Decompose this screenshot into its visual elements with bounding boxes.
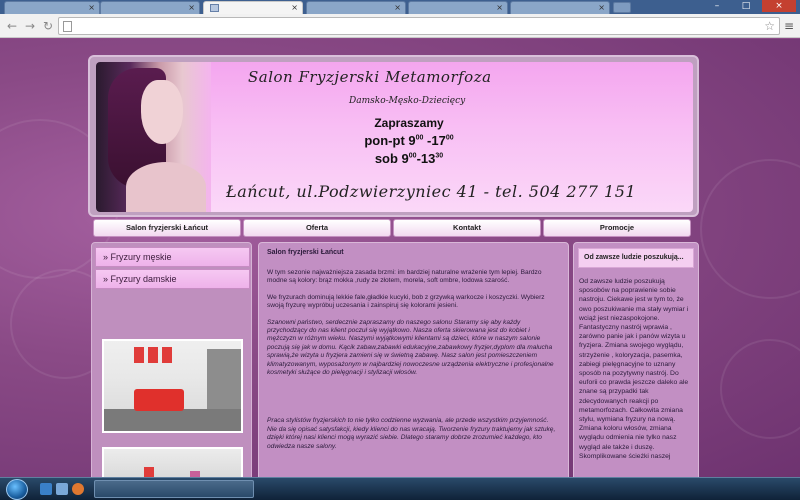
sidebar-link-fryzury-meskie[interactable]: » Fryzury męskie bbox=[95, 247, 250, 267]
window-close-button[interactable]: × bbox=[762, 0, 796, 12]
desktop-icon[interactable] bbox=[40, 483, 52, 495]
salon-address: Łańcut, ul.Podzwierzyniec 41 - tel. 504 … bbox=[226, 182, 637, 201]
browser-tab[interactable]: × bbox=[4, 1, 100, 14]
browser-tab[interactable]: × bbox=[510, 1, 610, 14]
invite-text: Zapraszamy bbox=[374, 116, 444, 130]
header-banner: Salon Fryzjerski Metamorfoza Damsko-Męsk… bbox=[96, 62, 693, 212]
menu-item-oferta[interactable]: Oferta bbox=[243, 219, 391, 237]
bookmark-star-icon[interactable]: ☆ bbox=[764, 19, 775, 33]
back-button[interactable]: ← bbox=[4, 18, 20, 34]
browser-tab-strip: × × × × × × – □ × bbox=[0, 0, 800, 14]
salon-interior-photo[interactable] bbox=[102, 447, 243, 477]
tab-close-icon[interactable]: × bbox=[496, 3, 503, 12]
weekday-end-minutes: 00 bbox=[445, 134, 454, 142]
photo-detail bbox=[104, 409, 241, 431]
aside-heading: Od zawsze ludzie poszukują... bbox=[578, 248, 694, 268]
tab-close-icon[interactable]: × bbox=[394, 3, 401, 12]
page-icon bbox=[63, 21, 72, 32]
explorer-icon[interactable] bbox=[56, 483, 68, 495]
content-paragraph: We fryzurach dominują lekkie fale,gładki… bbox=[267, 293, 545, 310]
menu-item-kontakt[interactable]: Kontakt bbox=[393, 219, 541, 237]
menu-item-promocje[interactable]: Promocje bbox=[543, 219, 691, 237]
salon-interior-photo[interactable] bbox=[102, 339, 243, 433]
reload-button[interactable]: ↻ bbox=[40, 18, 56, 34]
content-heading: Salon fryzjerski Łańcut bbox=[267, 249, 344, 256]
saturday-start-minutes: 00 bbox=[408, 152, 417, 160]
browser-tab[interactable]: × bbox=[408, 1, 508, 14]
weekday-hours-mid: -17 bbox=[423, 133, 446, 148]
aside-text: Od zawsze ludzie poszukują sposobów na p… bbox=[579, 278, 689, 460]
opening-hours: Zapraszamy pon-pt 900 -1700 sob 900-1330 bbox=[354, 116, 464, 166]
salon-title: Salon Fryzjerski Metamorfoza bbox=[248, 68, 492, 86]
content-paragraph: Praca stylistów fryzjerskich to nie tylk… bbox=[267, 417, 556, 450]
start-button[interactable] bbox=[6, 479, 28, 500]
menu-item-salon[interactable]: Salon fryzjerski Łańcut bbox=[93, 219, 241, 237]
saturday-hours: sob 900-1330 bbox=[354, 151, 464, 166]
window-minimize-button[interactable]: – bbox=[703, 0, 731, 12]
tab-close-icon[interactable]: × bbox=[188, 3, 195, 12]
tab-close-icon[interactable]: × bbox=[598, 3, 605, 12]
browser-tab[interactable]: × bbox=[100, 1, 200, 14]
photo-detail bbox=[162, 347, 172, 363]
browser-tab[interactable]: × bbox=[306, 1, 406, 14]
right-sidebar: Od zawsze ludzie poszukują... Od zawsze … bbox=[573, 242, 699, 477]
salon-subtitle: Damsko-Męsko-Dziecięcy bbox=[349, 96, 466, 106]
site-header: Salon Fryzjerski Metamorfoza Damsko-Męsk… bbox=[88, 55, 699, 217]
weekday-hours: pon-pt 900 -1700 bbox=[354, 133, 464, 148]
photo-detail bbox=[134, 347, 144, 363]
photo-detail bbox=[148, 347, 158, 363]
model-portrait-image bbox=[96, 62, 211, 212]
weekday-hours-prefix: pon-pt 9 bbox=[364, 133, 416, 148]
main-content: Salon fryzjerski Łańcut W tym sezonie na… bbox=[258, 242, 569, 477]
address-bar[interactable]: ☆ bbox=[58, 17, 780, 35]
browser-menu-icon[interactable]: ≡ bbox=[784, 19, 796, 33]
main-menu: Salon fryzjerski Łańcut Oferta Kontakt P… bbox=[93, 219, 693, 237]
content-paragraph: Szanowni państwo, serdecznie zapraszamy … bbox=[267, 318, 554, 377]
page-favicon-icon bbox=[210, 4, 219, 12]
window-maximize-button[interactable]: □ bbox=[732, 0, 760, 12]
firefox-icon[interactable] bbox=[72, 483, 84, 495]
new-tab-button[interactable] bbox=[613, 2, 631, 13]
tab-close-icon[interactable]: × bbox=[291, 3, 298, 12]
browser-toolbar: ← → ↻ ☆ ≡ bbox=[0, 14, 800, 38]
portrait-face bbox=[141, 80, 183, 144]
forward-button[interactable]: → bbox=[22, 18, 38, 34]
saturday-hours-prefix: sob 9 bbox=[374, 151, 409, 166]
web-page: Salon Fryzjerski Metamorfoza Damsko-Męsk… bbox=[0, 39, 800, 477]
taskbar-window-button[interactable] bbox=[94, 480, 254, 498]
browser-tab-active[interactable]: × bbox=[203, 1, 303, 14]
background-swirl bbox=[700, 159, 800, 299]
content-paragraph: W tym sezonie najważniejsza zasada brzmi… bbox=[267, 269, 542, 285]
tab-close-icon[interactable]: × bbox=[88, 3, 95, 12]
sidebar-link-fryzury-damskie[interactable]: » Fryzury damskie bbox=[95, 269, 250, 289]
photo-detail bbox=[134, 389, 184, 411]
os-taskbar bbox=[0, 477, 800, 500]
background-swirl bbox=[720, 339, 800, 439]
left-sidebar: » Fryzury męskie » Fryzury damskie bbox=[91, 242, 252, 477]
portrait-shoulder bbox=[126, 162, 206, 212]
photo-detail bbox=[144, 467, 154, 477]
saturday-hours-mid: -13 bbox=[416, 151, 436, 166]
saturday-end-minutes: 30 bbox=[435, 152, 444, 160]
